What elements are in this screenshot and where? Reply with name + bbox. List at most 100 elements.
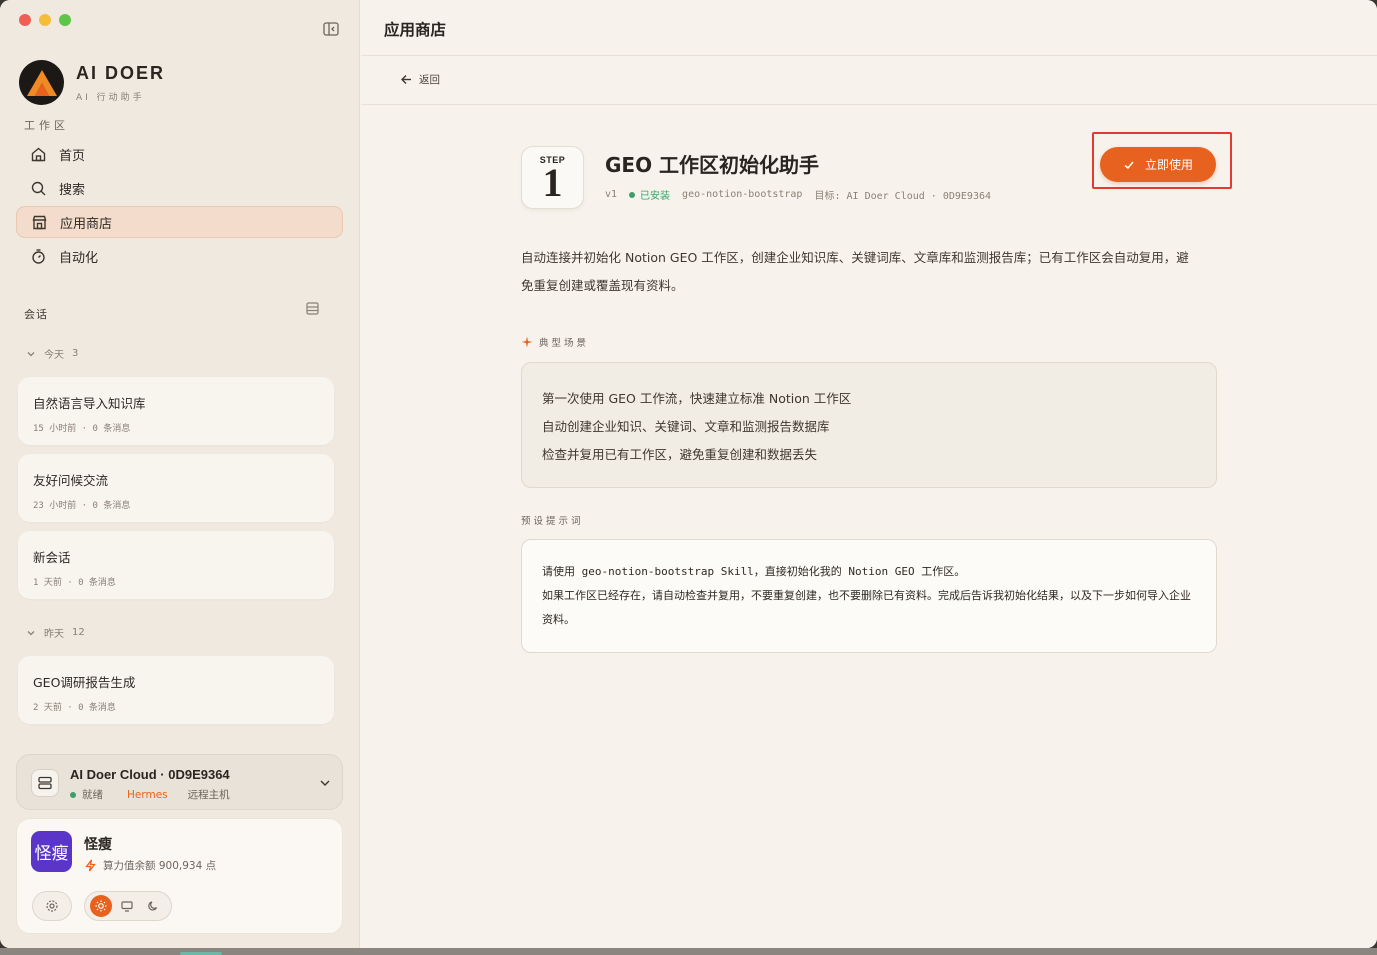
sparkle-icon <box>521 336 533 348</box>
window-controls <box>19 14 71 26</box>
host-status: 就绪 Hermes 远程主机 <box>70 787 230 802</box>
app-meta: v1 已安装 geo-notion-bootstrap 目标: AI Doer … <box>605 187 991 202</box>
conversation-meta: 15 小时前 · 0 条消息 <box>33 424 131 434</box>
scenario-item: 检查并复用已有工作区，避免重复创建和数据丢失 <box>542 447 818 462</box>
scenarios-heading: 典型场景 <box>521 335 589 349</box>
brand-name: AI DOER <box>76 62 166 83</box>
user-panel: 怪瘦 怪瘦 算力值余额 900,934 点 <box>16 818 343 934</box>
host-selector[interactable]: AI Doer Cloud · 0D9E9364 就绪 Hermes 远程主机 <box>16 754 343 810</box>
chevron-down-icon <box>27 351 35 356</box>
conversation-item[interactable]: 自然语言导入知识库 15 小时前 · 0 条消息 <box>18 377 334 445</box>
conversation-item[interactable]: 新会话 1 天前 · 0 条消息 <box>18 531 334 599</box>
server-icon <box>31 769 59 797</box>
credit-balance: 算力值余额 900,934 点 <box>84 858 216 873</box>
app-title: GEO 工作区初始化助手 <box>605 153 820 177</box>
prompt-box: 请使用 geo-notion-bootstrap Skill，直接初始化我的 N… <box>521 539 1217 653</box>
conversation-meta: 23 小时前 · 0 条消息 <box>33 501 131 511</box>
app-description: 自动连接并初始化 Notion GEO 工作区，创建企业知识库、关键词库、文章库… <box>521 250 1189 293</box>
sidebar-item-label: 首页 <box>59 148 86 164</box>
conversation-title: 友好问候交流 <box>33 473 109 488</box>
conversation-title: 新会话 <box>33 550 71 565</box>
app-target: 目标: AI Doer Cloud · 0D9E9364 <box>814 191 992 202</box>
conversation-item[interactable]: GEO调研报告生成 2 天前 · 0 条消息 <box>18 656 334 724</box>
prompt-line: 如果工作区已经存在，请自动检查并复用，不要重复创建，也不要删除已有资料。完成后告… <box>542 589 1191 626</box>
back-button[interactable]: 返回 <box>400 72 440 87</box>
sidebar-item-search[interactable]: 搜索 <box>16 172 343 204</box>
use-now-button[interactable]: 立即使用 <box>1100 147 1216 182</box>
chevron-down-icon <box>27 630 35 635</box>
sidebar-item-home[interactable]: 首页 <box>16 138 343 170</box>
arrow-left-icon <box>401 75 411 84</box>
page-title: 应用商店 <box>384 21 447 39</box>
use-now-label: 立即使用 <box>1144 158 1193 172</box>
app-icon: STEP 1 <box>521 146 584 209</box>
theme-dark-button[interactable] <box>142 895 164 917</box>
theme-light-button[interactable] <box>90 895 112 917</box>
conversations-label: 会话 <box>24 308 48 321</box>
sun-icon <box>95 900 107 912</box>
brand-subtitle: AI 行动助手 <box>76 92 145 103</box>
group-label: 昨天 <box>44 629 64 640</box>
scenarios-label: 典型场景 <box>539 338 590 349</box>
avatar[interactable]: 怪瘦 <box>31 831 72 872</box>
prompt-line: 请使用 geo-notion-bootstrap Skill，直接初始化我的 N… <box>542 565 966 578</box>
credit-text: 算力值余额 900,934 点 <box>103 860 217 872</box>
minimize-window-button[interactable] <box>39 14 51 26</box>
group-today[interactable]: 今天 3 <box>26 346 78 361</box>
conversation-title: GEO调研报告生成 <box>33 675 136 690</box>
host-title: AI Doer Cloud · 0D9E9364 <box>70 767 230 782</box>
sidebar: AI DOER AI 行动助手 工作区 首页 搜索 应用商店 自动化 会话 今天… <box>0 0 360 948</box>
gear-icon <box>46 900 58 912</box>
top-bar: 应用商店 <box>361 0 1377 56</box>
close-window-button[interactable] <box>19 14 31 26</box>
sidebar-item-label: 搜索 <box>59 182 86 198</box>
home-icon <box>31 147 46 161</box>
scenario-item: 自动创建企业知识、关键词、文章和监测报告数据库 <box>542 419 830 434</box>
sidebar-item-app-store[interactable]: 应用商店 <box>16 206 343 238</box>
user-name: 怪瘦 <box>84 837 112 853</box>
back-label: 返回 <box>419 74 440 86</box>
scenario-item: 第一次使用 GEO 工作流，快速建立标准 Notion 工作区 <box>542 391 852 406</box>
status-dot <box>70 791 76 798</box>
conversation-meta: 2 天前 · 0 条消息 <box>33 703 116 713</box>
brand: AI DOER AI 行动助手 <box>19 60 165 105</box>
app-window: AI DOER AI 行动助手 工作区 首页 搜索 应用商店 自动化 会话 今天… <box>0 0 1377 948</box>
host-status-text: 就绪 <box>82 789 103 801</box>
app-slug: geo-notion-bootstrap <box>682 189 803 200</box>
app-icon-number: 1 <box>542 160 563 205</box>
theme-system-button[interactable] <box>116 895 138 917</box>
monitor-icon <box>121 901 133 912</box>
installed-text: 已安装 <box>640 191 671 202</box>
conversation-meta: 1 天前 · 0 条消息 <box>33 578 116 588</box>
settings-button[interactable] <box>32 891 72 921</box>
back-bar: 返回 <box>361 56 1377 105</box>
group-count: 12 <box>72 627 85 638</box>
app-version: v1 <box>605 189 618 200</box>
status-dot <box>629 191 636 198</box>
dock-strip <box>0 948 1377 955</box>
sidebar-item-automation[interactable]: 自动化 <box>16 240 343 272</box>
group-yesterday[interactable]: 昨天 12 <box>26 625 85 640</box>
check-icon <box>1124 161 1134 169</box>
main-content: 应用商店 返回 STEP 1 GEO 工作区初始化助手 v1 已安装 geo-n… <box>361 0 1377 948</box>
theme-switcher <box>84 891 172 921</box>
workspace-label: 工作区 <box>24 119 69 132</box>
prompt-label: 预设提示词 <box>521 516 584 527</box>
sidebar-item-label: 应用商店 <box>60 216 113 232</box>
timer-icon <box>32 248 45 264</box>
collapse-sidebar-icon[interactable] <box>322 20 340 38</box>
conversation-title: 自然语言导入知识库 <box>33 396 146 411</box>
group-label: 今天 <box>44 350 64 361</box>
host-engine: Hermes <box>127 788 168 801</box>
lightning-icon <box>85 859 96 872</box>
installed-badge: 已安装 <box>629 187 670 202</box>
sidebar-item-label: 自动化 <box>59 250 99 266</box>
moon-icon <box>148 901 158 911</box>
maximize-window-button[interactable] <box>59 14 71 26</box>
sidebar-nav: 首页 搜索 应用商店 自动化 <box>16 138 343 274</box>
conversation-item[interactable]: 友好问候交流 23 小时前 · 0 条消息 <box>18 454 334 522</box>
archive-list-icon[interactable] <box>305 301 320 316</box>
store-icon <box>32 215 47 229</box>
search-icon <box>31 181 46 195</box>
host-type: 远程主机 <box>187 789 230 801</box>
